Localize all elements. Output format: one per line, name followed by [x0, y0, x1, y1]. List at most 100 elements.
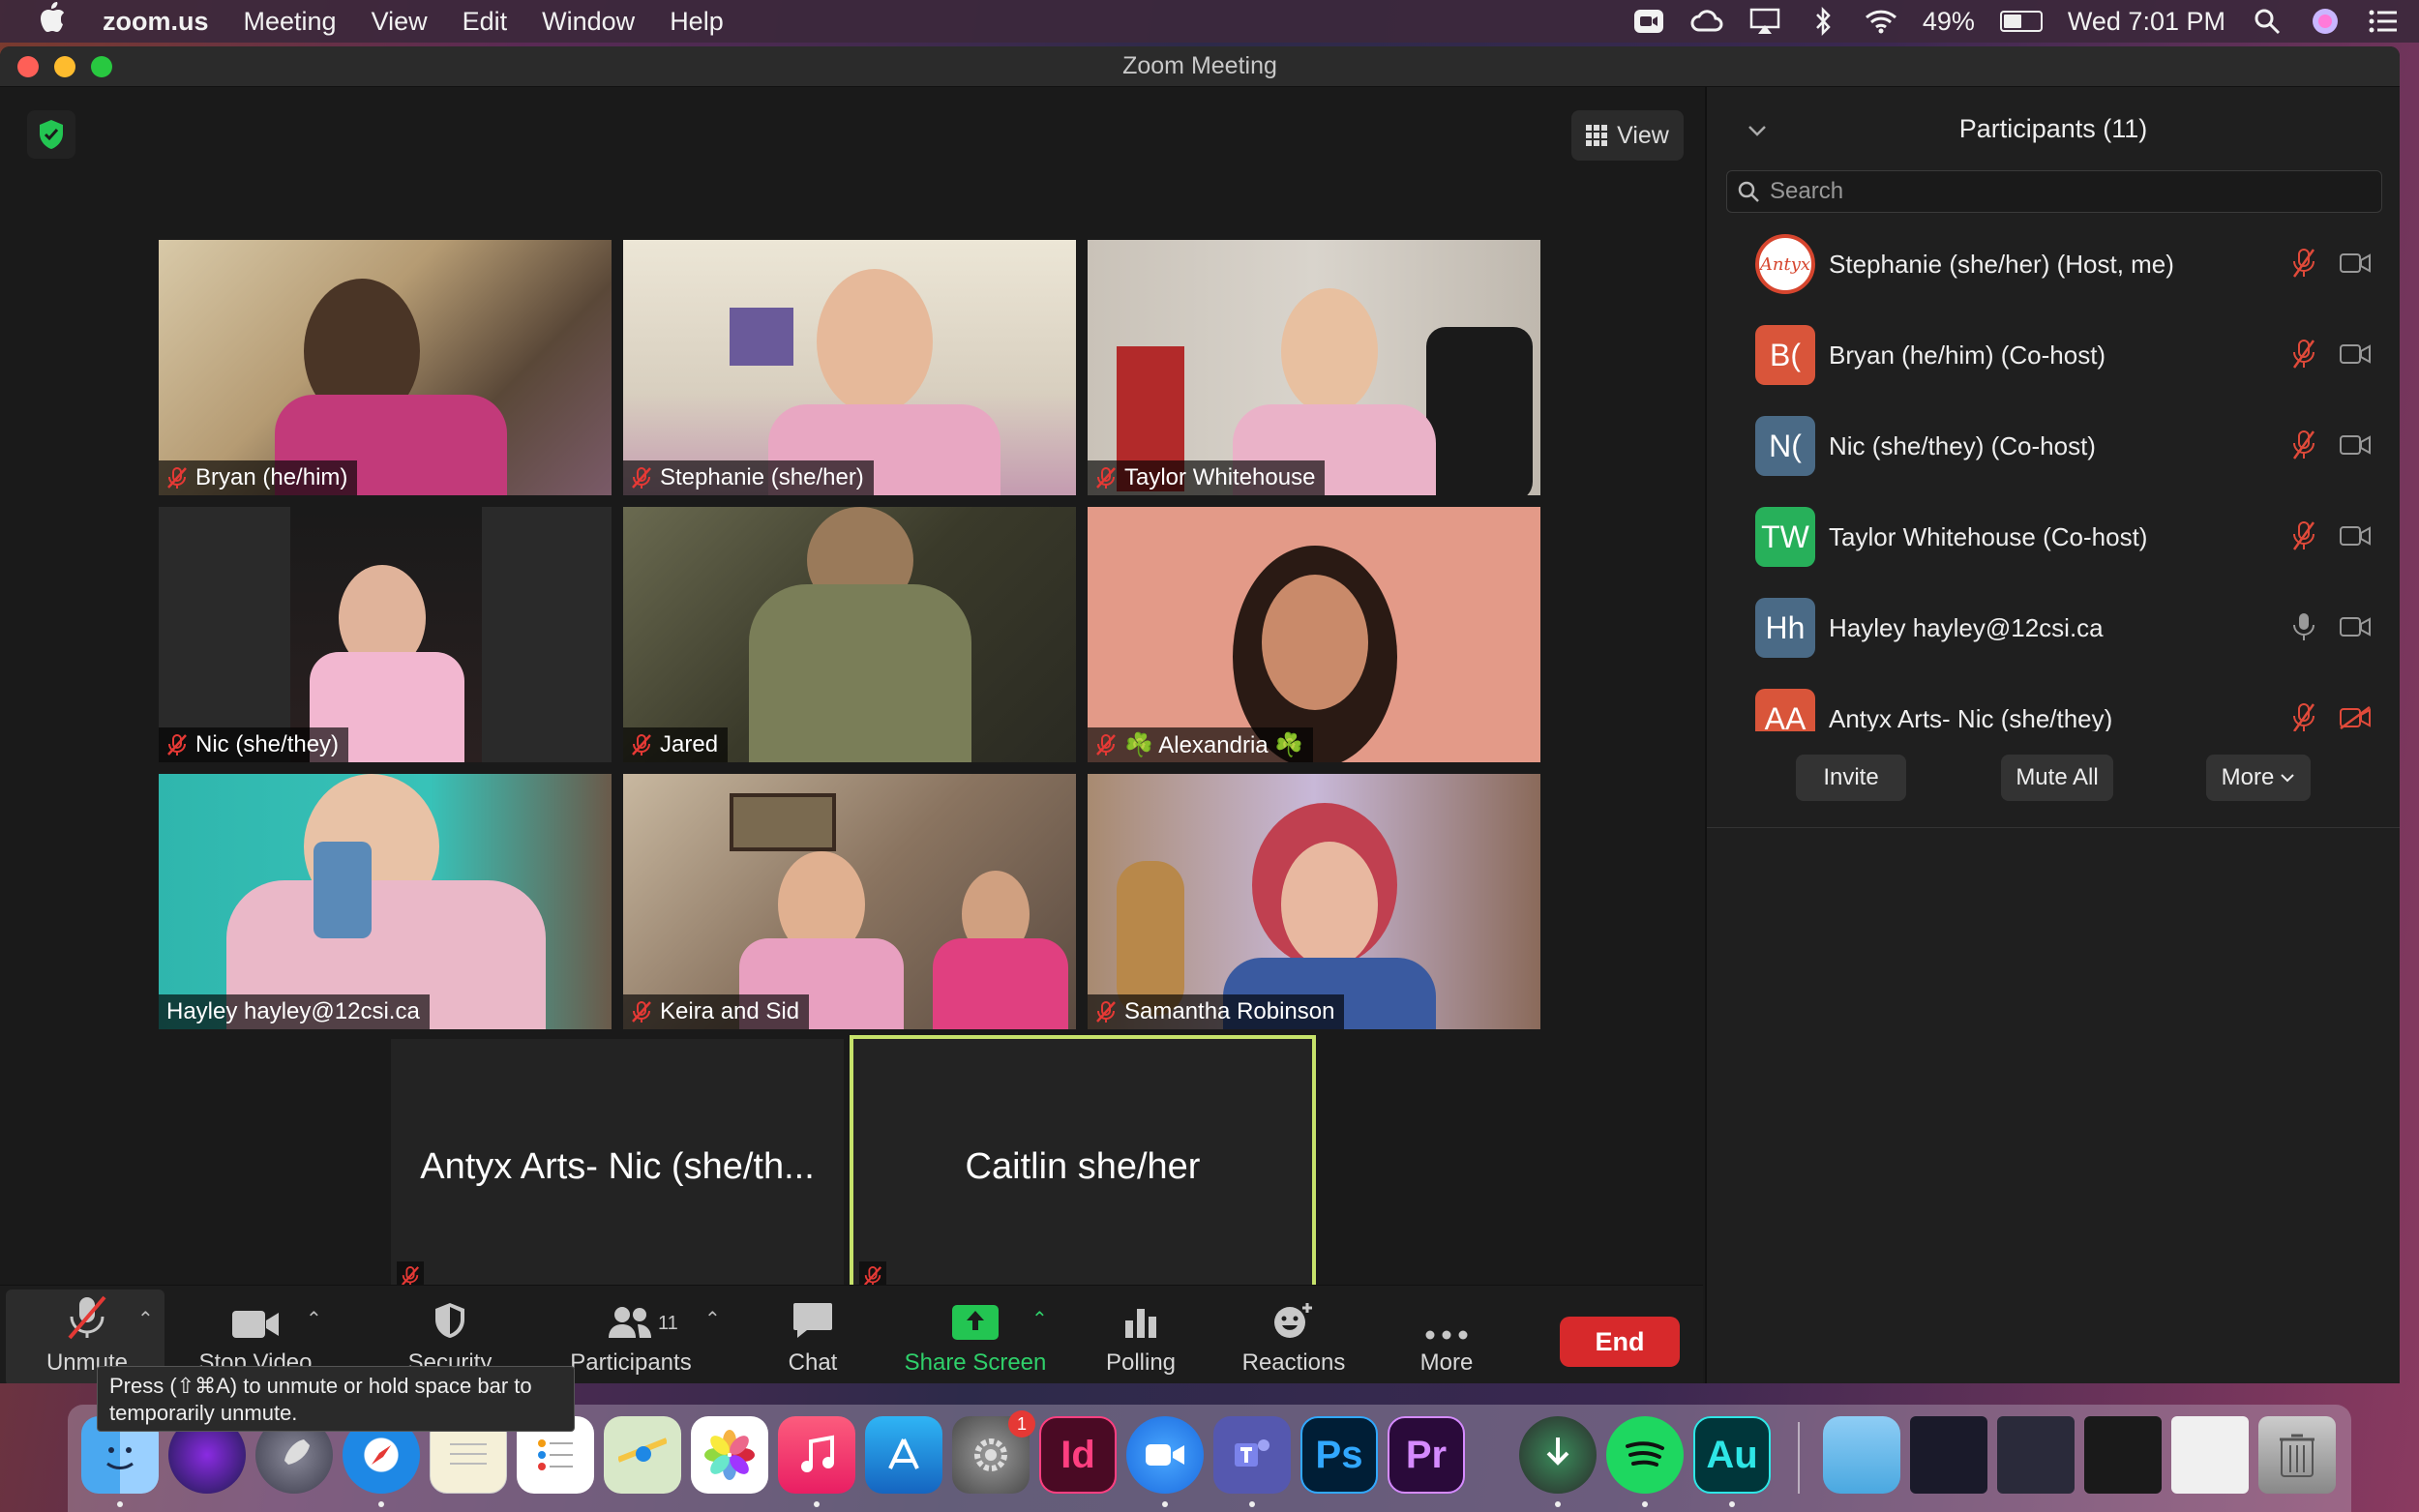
airplay-icon[interactable]: [1748, 7, 1781, 36]
audition-app-icon[interactable]: Au: [1693, 1416, 1771, 1494]
participant-row[interactable]: TW Taylor Whitehouse (Co-host): [1707, 491, 2400, 582]
video-tile-hayley[interactable]: Hayley hayley@12csi.ca: [159, 774, 612, 1029]
menu-window[interactable]: Window: [542, 7, 635, 37]
menu-edit[interactable]: Edit: [463, 7, 508, 37]
participant-row[interactable]: B( Bryan (he/him) (Co-host): [1707, 310, 2400, 400]
collapse-panel-chevron-icon[interactable]: [1747, 116, 1767, 143]
folder-icon[interactable]: [1823, 1416, 1900, 1494]
muted-mic-icon[interactable]: [2291, 702, 2316, 731]
zoom-app-icon[interactable]: [1126, 1416, 1204, 1494]
video-camera-icon[interactable]: [2340, 524, 2371, 548]
photos-flower-icon[interactable]: [691, 1416, 768, 1494]
indesign-app-icon[interactable]: Id: [1039, 1416, 1117, 1494]
mute-all-button[interactable]: Mute All: [2001, 755, 2113, 801]
window-thumbnail-2[interactable]: [1997, 1416, 2075, 1494]
window-titlebar[interactable]: Zoom Meeting: [0, 46, 2400, 87]
participants-options-caret-icon[interactable]: ⌃: [704, 1307, 726, 1330]
grid-icon: [1586, 125, 1608, 146]
running-indicator: [1162, 1501, 1168, 1507]
video-tile-samantha[interactable]: Samantha Robinson: [1088, 774, 1540, 1029]
avatar: N(: [1755, 416, 1815, 476]
polling-button[interactable]: Polling: [1101, 1293, 1180, 1383]
minimize-window-button[interactable]: [54, 56, 75, 77]
video-options-caret-icon[interactable]: ⌃: [306, 1307, 327, 1330]
fullscreen-window-button[interactable]: [91, 56, 112, 77]
view-layout-button[interactable]: View: [1571, 110, 1684, 161]
video-tile-keira-sid[interactable]: Keira and Sid: [623, 774, 1076, 1029]
notification-center-icon[interactable]: [2367, 7, 2400, 36]
muted-mic-icon[interactable]: [2291, 430, 2316, 460]
video-camera-icon[interactable]: [2340, 615, 2371, 638]
participants-button[interactable]: Participants: [561, 1293, 701, 1383]
menu-app-name[interactable]: zoom.us: [103, 7, 209, 37]
video-tile-antyx-arts[interactable]: Antyx Arts- Nic (she/th...: [391, 1039, 844, 1294]
encryption-shield-icon[interactable]: [27, 110, 75, 159]
document-thumbnail[interactable]: [2171, 1416, 2249, 1494]
muted-mic-icon[interactable]: [2291, 248, 2316, 279]
participant-row[interactable]: Hh Hayley hayley@12csi.ca: [1707, 582, 2400, 673]
window-controls: [17, 56, 112, 77]
participant-row[interactable]: N( Nic (she/they) (Co-host): [1707, 400, 2400, 491]
video-tile-stephanie[interactable]: Stephanie (she/her): [623, 240, 1076, 495]
menu-meeting[interactable]: Meeting: [244, 7, 337, 37]
end-meeting-button[interactable]: End: [1560, 1317, 1680, 1367]
video-tile-nic[interactable]: Nic (she/they): [159, 507, 612, 762]
share-screen-button[interactable]: Share Screen: [900, 1293, 1051, 1383]
bluetooth-icon[interactable]: [1807, 7, 1839, 36]
participant-row[interactable]: Antyx Stephanie (she/her) (Host, me): [1707, 219, 2400, 310]
maps-icon[interactable]: [604, 1416, 681, 1494]
participant-row[interactable]: AA Antyx Arts- Nic (she/they): [1707, 673, 2400, 731]
video-tile-bryan[interactable]: Bryan (he/him): [159, 240, 612, 495]
apple-menu-icon[interactable]: [39, 2, 77, 41]
battery-icon[interactable]: [1999, 11, 2043, 32]
app-store-icon[interactable]: [865, 1416, 942, 1494]
trash-icon[interactable]: [2258, 1416, 2336, 1494]
chat-bubble-icon: [793, 1303, 832, 1338]
chat-button[interactable]: Chat: [774, 1293, 851, 1383]
system-preferences-gear-icon[interactable]: 1: [952, 1410, 1035, 1494]
installer-icon[interactable]: [1519, 1416, 1597, 1494]
video-camera-icon[interactable]: [2340, 342, 2371, 366]
muted-mic-icon: [632, 734, 651, 756]
video-tile-taylor[interactable]: Taylor Whitehouse: [1088, 240, 1540, 495]
photoshop-app-icon[interactable]: Ps: [1300, 1416, 1378, 1494]
participant-video: [623, 240, 1076, 495]
security-shield-icon: [435, 1303, 464, 1338]
microsoft-teams-icon[interactable]: [1213, 1416, 1291, 1494]
reactions-button[interactable]: Reactions: [1239, 1293, 1349, 1383]
avatar: Hh: [1755, 598, 1815, 658]
video-tile-caitlin-active-speaker[interactable]: Caitlin she/her: [850, 1035, 1316, 1298]
video-camera-icon[interactable]: [2340, 433, 2371, 457]
audio-options-caret-icon[interactable]: ⌃: [137, 1307, 159, 1330]
participant-video: [290, 507, 482, 762]
invite-button[interactable]: Invite: [1796, 755, 1906, 801]
siri-icon[interactable]: [2309, 7, 2342, 36]
close-window-button[interactable]: [17, 56, 39, 77]
window-thumbnail-3[interactable]: [2084, 1416, 2162, 1494]
video-off-icon[interactable]: [2340, 706, 2371, 729]
participants-search-box[interactable]: [1726, 170, 2382, 213]
share-screen-icon: [952, 1305, 999, 1340]
music-note-icon[interactable]: [778, 1416, 855, 1494]
muted-mic-icon[interactable]: [2291, 339, 2316, 370]
menu-help[interactable]: Help: [670, 7, 724, 37]
premiere-app-icon[interactable]: Pr: [1388, 1416, 1465, 1494]
zoom-status-icon[interactable]: [1632, 7, 1665, 36]
share-options-caret-icon[interactable]: ⌃: [1031, 1307, 1053, 1330]
more-button[interactable]: More: [1413, 1293, 1480, 1383]
video-tile-alexandria[interactable]: ☘️ Alexandria ☘️: [1088, 507, 1540, 762]
avatar: TW: [1755, 507, 1815, 567]
spotlight-search-icon[interactable]: [2251, 7, 2284, 36]
participants-search-input[interactable]: [1770, 178, 2350, 205]
more-options-button[interactable]: More: [2206, 755, 2311, 801]
video-tile-jared[interactable]: Jared: [623, 507, 1076, 762]
spotify-icon[interactable]: [1606, 1416, 1684, 1494]
wifi-icon[interactable]: [1865, 7, 1897, 36]
muted-mic-icon[interactable]: [2291, 520, 2316, 551]
window-thumbnail-1[interactable]: [1910, 1416, 1987, 1494]
creative-cloud-icon[interactable]: [1690, 7, 1723, 36]
menubar-clock[interactable]: Wed 7:01 PM: [2068, 7, 2225, 37]
mic-icon[interactable]: [2291, 611, 2316, 642]
video-camera-icon[interactable]: [2340, 252, 2371, 275]
menu-view[interactable]: View: [372, 7, 428, 37]
